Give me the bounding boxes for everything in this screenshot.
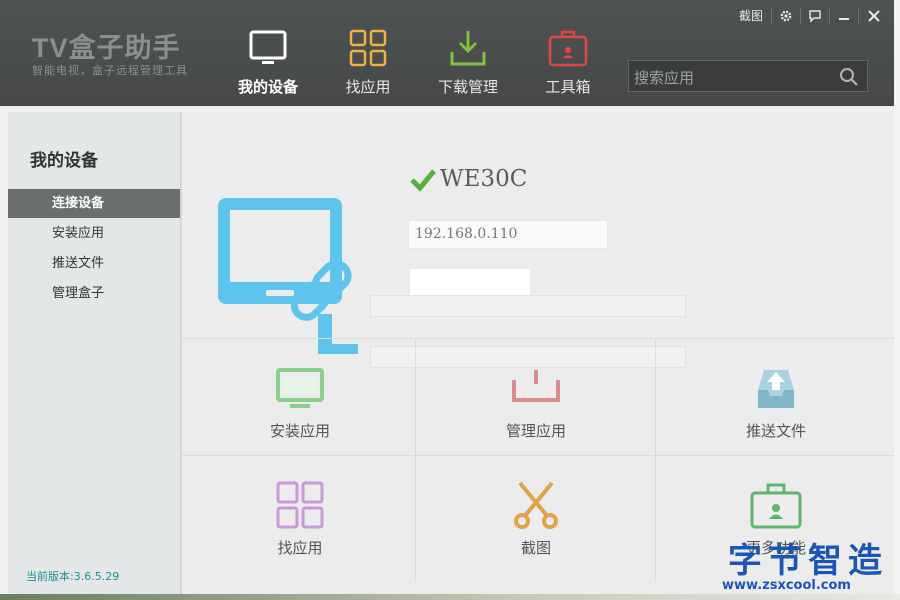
tile-manage-app-label: 管理应用 [505, 422, 566, 440]
tv-install-icon [276, 368, 324, 408]
nav-download-manager-label: 下载管理 [437, 78, 498, 96]
sidebar-item-push-file[interactable]: 推送文件 [8, 249, 180, 278]
tv-icon [249, 30, 287, 64]
nav-download-manager[interactable]: 下载管理 [418, 28, 518, 102]
nav-find-apps-label: 找应用 [345, 78, 391, 96]
scissors-icon [514, 481, 558, 529]
tile-manage-app[interactable]: 管理应用 [418, 340, 654, 455]
divider [829, 8, 830, 24]
minimize-icon [839, 18, 849, 20]
tile-install-app[interactable]: 安装应用 [182, 340, 418, 455]
nav-my-devices-label: 我的设备 [237, 78, 298, 96]
search-box[interactable]: 搜索应用 [628, 60, 868, 92]
ip-address-value: 192.168.0.110 [415, 226, 518, 242]
minimize-button[interactable] [832, 6, 856, 26]
grid-icon [349, 29, 387, 67]
divider [800, 8, 801, 24]
grid-line [182, 455, 894, 456]
settings-button[interactable] [774, 6, 798, 26]
grid-line [655, 338, 656, 582]
search-input[interactable]: 搜索应用 [634, 67, 694, 88]
sidebar-item-install-app[interactable]: 安装应用 [8, 219, 180, 248]
sidebar-title: 我的设备 [30, 151, 98, 171]
dropdown-row [370, 295, 686, 317]
manage-app-icon [512, 370, 560, 402]
tile-install-app-label: 安装应用 [269, 422, 330, 440]
grid-icon [276, 481, 324, 529]
nav-my-devices[interactable]: 我的设备 [218, 28, 318, 102]
watermark-logo: 字节智造 [728, 541, 888, 581]
screenshot-button[interactable]: 截图 [734, 6, 768, 26]
push-file-icon [758, 370, 794, 408]
close-icon [868, 10, 880, 22]
download-icon [450, 31, 486, 66]
tile-screenshot[interactable]: 截图 [418, 457, 654, 572]
sidebar-item-connect-device[interactable]: 连接设备 [8, 189, 180, 218]
briefcase-icon [750, 483, 802, 529]
divider [858, 8, 859, 24]
app-logo-subtitle: 智能电视，盒子远程管理工具 [32, 64, 188, 77]
nav-toolbox[interactable]: 工具箱 [518, 28, 618, 102]
gear-icon [780, 10, 792, 22]
grid-line [182, 338, 894, 339]
app-window: TV盒子助手 智能电视，盒子远程管理工具 我的设备 找应用 下载管理 工具箱 截… [0, 0, 894, 594]
ip-address-field[interactable]: 192.168.0.110 [408, 220, 608, 249]
toolbox-icon [548, 30, 588, 67]
tile-screenshot-label: 截图 [520, 539, 551, 557]
app-logo-title: TV盒子助手 [32, 33, 181, 63]
main-panel: WE30C 192.168.0.110 安装应用 管理应用 推送文件 找应用 截… [182, 112, 894, 594]
search-icon[interactable] [839, 67, 859, 87]
tile-find-apps-label: 找应用 [277, 539, 323, 557]
header-bar: TV盒子助手 智能电视，盒子远程管理工具 我的设备 找应用 下载管理 工具箱 截… [0, 0, 894, 106]
divider [771, 8, 772, 24]
nav-toolbox-label: 工具箱 [545, 78, 591, 96]
desktop-backdrop-bottom [0, 594, 900, 600]
close-button[interactable] [862, 6, 886, 26]
feedback-button[interactable] [803, 6, 827, 26]
speech-bubble-icon [809, 10, 821, 23]
sidebar: 我的设备 连接设备 安装应用 推送文件 管理盒子 当前版本:3.6.5.29 [8, 112, 182, 594]
tile-push-file[interactable]: 推送文件 [658, 340, 894, 455]
sidebar-item-manage-box[interactable]: 管理盒子 [8, 279, 180, 308]
version-label: 当前版本:3.6.5.29 [26, 570, 120, 583]
desktop-backdrop-right [894, 0, 900, 600]
watermark-url: www.zsxcool.com [722, 578, 851, 593]
nav-find-apps[interactable]: 找应用 [318, 28, 418, 102]
tile-find-apps[interactable]: 找应用 [182, 457, 418, 572]
tile-push-file-label: 推送文件 [745, 422, 806, 440]
device-name: WE30C [440, 166, 528, 192]
check-icon [410, 169, 436, 192]
